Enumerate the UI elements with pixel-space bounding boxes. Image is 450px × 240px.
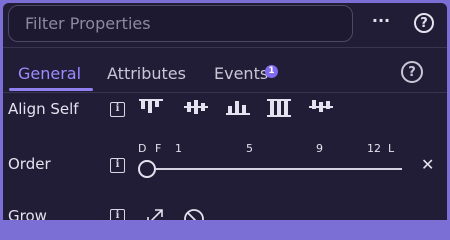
- grow-info-icon[interactable]: i: [110, 209, 125, 220]
- align-start-icon[interactable]: [139, 99, 163, 115]
- tab-general[interactable]: General: [18, 64, 81, 83]
- tab-attributes[interactable]: Attributes: [107, 64, 186, 83]
- slider-tick-label: 9: [316, 142, 323, 155]
- align-self-label: Align Self: [8, 100, 79, 118]
- divider: [3, 92, 447, 93]
- slider-tick-label: D: [138, 142, 147, 155]
- properties-panel: Filter Properties ··· ? General Attribut…: [3, 3, 447, 220]
- tab-events[interactable]: Events: [214, 64, 268, 83]
- align-stretch-icon[interactable]: [267, 99, 291, 117]
- align-end-icon[interactable]: [226, 99, 250, 115]
- order-info-icon[interactable]: i: [110, 158, 125, 173]
- tab-help-button[interactable]: ?: [401, 61, 423, 83]
- slider-tick-label: L: [388, 142, 395, 155]
- order-slider-thumb[interactable]: [138, 160, 156, 178]
- slider-tick-label: F: [155, 142, 162, 155]
- filter-bar: Filter Properties ··· ?: [3, 3, 447, 46]
- order-label: Order: [8, 155, 51, 173]
- align-center-icon[interactable]: [184, 99, 208, 115]
- slider-tick-label: 5: [246, 142, 253, 155]
- align-baseline-icon[interactable]: [309, 99, 333, 115]
- grow-label: Grow: [8, 207, 47, 220]
- filter-input[interactable]: Filter Properties: [8, 5, 353, 42]
- help-button[interactable]: ?: [414, 13, 434, 33]
- slider-tick-label: 1: [175, 142, 182, 155]
- active-tab-indicator: [9, 88, 93, 91]
- events-count-badge: 1: [265, 65, 278, 78]
- tab-bar: General Attributes Events 1 ?: [3, 48, 447, 92]
- no-grow-icon[interactable]: [183, 208, 205, 220]
- order-slider-track[interactable]: [156, 168, 402, 170]
- more-options-button[interactable]: ···: [371, 11, 391, 35]
- align-self-info-icon[interactable]: i: [110, 102, 125, 117]
- grow-icon[interactable]: [146, 208, 164, 220]
- slider-tick-label: 12: [367, 142, 381, 155]
- clear-order-button[interactable]: ✕: [421, 155, 434, 174]
